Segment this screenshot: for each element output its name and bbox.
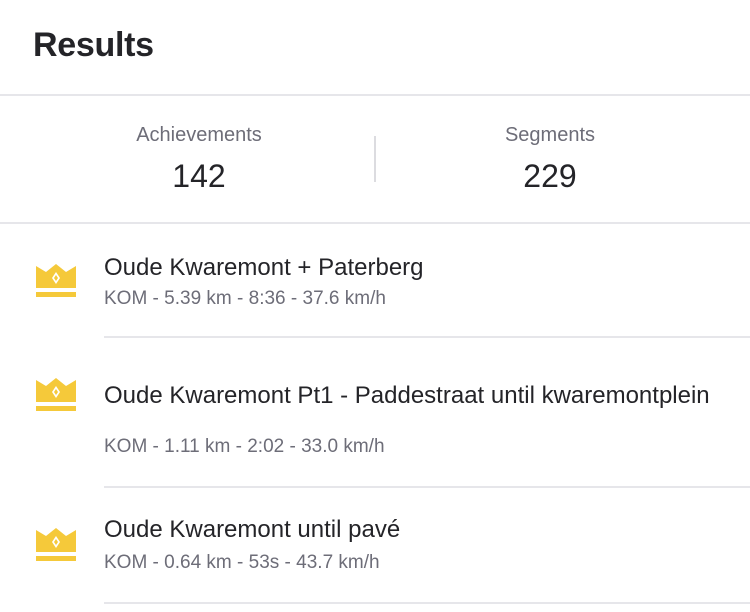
segment-stats: KOM - 0.64 km - 53s - 43.7 km/h [104,552,380,573]
result-row[interactable]: Oude Kwaremont Pt1 - Paddestraat until k… [0,338,750,488]
crown-icon [36,528,76,561]
segment-stats: KOM - 5.39 km - 8:36 - 37.6 km/h [104,288,386,309]
row-divider [104,602,750,604]
result-row[interactable]: Oude Kwaremont + Paterberg KOM - 5.39 km… [0,224,750,338]
results-page: Results Achievements 142 Segments 229 Ou… [0,0,750,612]
segment-name[interactable]: Oude Kwaremont until pavé [104,516,400,544]
header: Results [0,0,750,96]
result-row[interactable]: Oude Kwaremont until pavé KOM - 0.64 km … [0,488,750,604]
achievements-label: Achievements [136,124,262,146]
achievements-count: 142 [172,158,226,194]
segment-stats: KOM - 1.11 km - 2:02 - 33.0 km/h [104,436,385,457]
segments-label: Segments [504,124,596,146]
crown-icon [36,264,76,297]
segments-count: 229 [523,158,577,194]
segment-name[interactable]: Oude Kwaremont + Paterberg [104,254,424,282]
page-title: Results [33,26,154,64]
crown-icon [36,378,76,411]
stats-summary: Achievements 142 Segments 229 [0,96,750,224]
segment-name[interactable]: Oude Kwaremont Pt1 - Paddestraat until k… [104,382,710,410]
